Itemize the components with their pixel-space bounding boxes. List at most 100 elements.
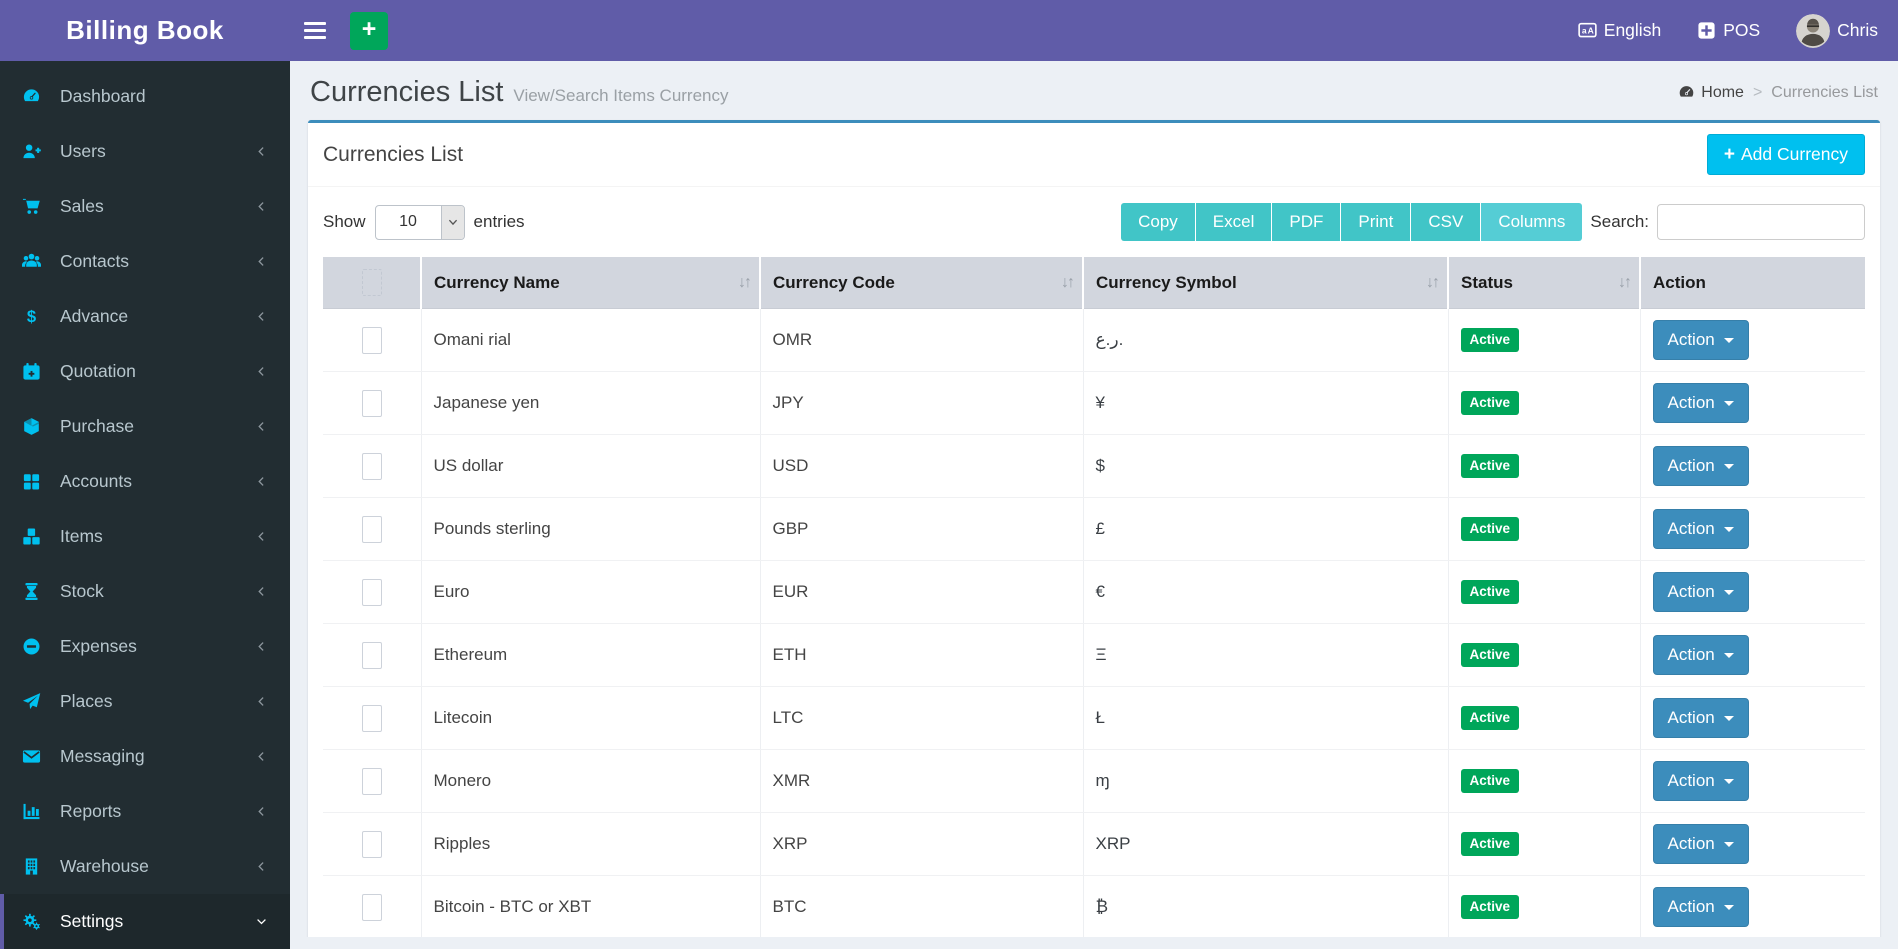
user-menu[interactable]: Chris xyxy=(1796,13,1878,48)
sidebar-menu: Dashboard Users Sales Contacts $ Advance… xyxy=(0,61,290,949)
row-checkbox[interactable] xyxy=(361,326,382,354)
currency-code-cell: USD xyxy=(760,434,1084,498)
row-checkbox[interactable] xyxy=(361,578,382,606)
sidebar-item-stock[interactable]: Stock xyxy=(0,564,290,619)
main-area: + a A English POS Chris Currencies List … xyxy=(290,0,1898,937)
sidebar-item-sales[interactable]: Sales xyxy=(0,179,290,234)
messaging-icon xyxy=(22,747,47,767)
row-checkbox[interactable] xyxy=(361,515,382,543)
column-header-action: Action xyxy=(1640,257,1865,309)
stock-icon xyxy=(22,582,47,602)
sidebar-item-purchase[interactable]: Purchase xyxy=(0,399,290,454)
entries-select[interactable]: 10 xyxy=(374,204,465,240)
column-header-currency-symbol[interactable]: Currency Symbol ↓↑ xyxy=(1083,257,1449,309)
status-badge: Active xyxy=(1460,454,1520,478)
warehouse-icon xyxy=(22,857,47,877)
sidebar-item-dashboard[interactable]: Dashboard xyxy=(0,69,290,124)
caret-down-icon xyxy=(1723,463,1734,469)
user-name: Chris xyxy=(1837,20,1878,40)
column-header-status[interactable]: Status ↓↑ xyxy=(1448,257,1641,309)
currency-symbol-cell: ر.ع. xyxy=(1083,308,1449,372)
table-row: Euro EUR € Active Action xyxy=(323,560,1865,624)
copy-export-button[interactable]: Copy xyxy=(1121,203,1196,241)
sidebar-item-warehouse[interactable]: Warehouse xyxy=(0,839,290,894)
content-header: Currencies List View/Search Items Currenc… xyxy=(308,61,1880,120)
sidebar-item-items[interactable]: Items xyxy=(0,509,290,564)
row-checkbox[interactable] xyxy=(361,641,382,669)
row-action-button[interactable]: Action xyxy=(1652,320,1749,360)
currency-code-cell: BTC xyxy=(760,875,1084,937)
sidebar-item-places[interactable]: Places xyxy=(0,674,290,729)
pdf-export-button[interactable]: PDF xyxy=(1272,203,1342,241)
excel-export-button[interactable]: Excel xyxy=(1195,203,1273,241)
users-icon xyxy=(22,142,47,162)
row-checkbox[interactable] xyxy=(361,704,382,732)
select-all-checkbox[interactable] xyxy=(361,269,382,296)
print-export-button[interactable]: Print xyxy=(1341,203,1412,241)
expenses-icon xyxy=(22,637,47,657)
caret-down-icon xyxy=(1723,337,1734,343)
search-input[interactable] xyxy=(1657,204,1865,240)
currency-symbol-cell: Ł xyxy=(1083,686,1449,750)
add-currency-button[interactable]: + Add Currency xyxy=(1706,134,1865,175)
pos-link[interactable]: POS xyxy=(1697,20,1760,41)
row-checkbox[interactable] xyxy=(361,767,382,795)
language-menu[interactable]: a A English xyxy=(1578,20,1661,41)
currency-symbol-cell: € xyxy=(1083,560,1449,624)
sidebar-item-contacts[interactable]: Contacts xyxy=(0,234,290,289)
caret-down-icon xyxy=(1723,778,1734,784)
currency-name-cell: Japanese yen xyxy=(421,371,761,435)
sidebar-item-messaging[interactable]: Messaging xyxy=(0,729,290,784)
row-action-button[interactable]: Action xyxy=(1652,572,1749,612)
currency-name-cell: Pounds sterling xyxy=(421,497,761,561)
row-checkbox[interactable] xyxy=(361,452,382,480)
sidebar-item-quotation[interactable]: Quotation xyxy=(0,344,290,399)
sort-icon: ↓↑ xyxy=(1426,273,1440,291)
row-action-button[interactable]: Action xyxy=(1652,635,1749,675)
row-checkbox[interactable] xyxy=(361,389,382,417)
sidebar-toggle-icon[interactable] xyxy=(304,11,334,51)
quick-add-button[interactable]: + xyxy=(350,11,388,50)
chevron-left-icon xyxy=(255,750,270,763)
row-action-button[interactable]: Action xyxy=(1652,887,1749,927)
navbar-right: a A English POS Chris xyxy=(1578,13,1878,48)
currency-code-cell: EUR xyxy=(760,560,1084,624)
sidebar-item-expenses[interactable]: Expenses xyxy=(0,619,290,674)
sidebar-item-users[interactable]: Users xyxy=(0,124,290,179)
status-badge: Active xyxy=(1460,391,1520,415)
row-action-button[interactable]: Action xyxy=(1652,446,1749,486)
table-row: Bitcoin - BTC or XBT BTC ₿ Active Action xyxy=(323,875,1865,937)
column-header-currency-code[interactable]: Currency Code ↓↑ xyxy=(760,257,1084,309)
chevron-left-icon xyxy=(255,475,270,488)
row-action-button[interactable]: Action xyxy=(1652,383,1749,423)
sidebar-item-settings[interactable]: Settings xyxy=(0,894,290,949)
row-action-button[interactable]: Action xyxy=(1652,824,1749,864)
sidebar-item-accounts[interactable]: Accounts xyxy=(0,454,290,509)
sidebar-item-advance[interactable]: $ Advance xyxy=(0,289,290,344)
content-area: Currencies List View/Search Items Currenc… xyxy=(290,61,1898,937)
table-row: Ethereum ETH Ξ Active Action xyxy=(323,623,1865,687)
column-header-currency-name[interactable]: Currency Name ↓↑ xyxy=(421,257,761,309)
row-action-button[interactable]: Action xyxy=(1652,761,1749,801)
sort-icon: ↓↑ xyxy=(1061,273,1075,291)
status-badge: Active xyxy=(1460,832,1520,856)
breadcrumb-home[interactable]: Home xyxy=(1678,84,1744,102)
language-icon: a A xyxy=(1578,22,1597,38)
caret-down-icon xyxy=(1723,904,1734,910)
currency-code-cell: XMR xyxy=(760,749,1084,813)
entries-label: entries xyxy=(473,212,525,231)
sidebar-item-reports[interactable]: Reports xyxy=(0,784,290,839)
row-checkbox[interactable] xyxy=(361,893,382,921)
advance-icon: $ xyxy=(22,307,47,327)
app-logo[interactable]: Billing Book xyxy=(0,0,290,61)
currency-symbol-cell: ¥ xyxy=(1083,371,1449,435)
chevron-left-icon xyxy=(255,200,270,213)
row-action-button[interactable]: Action xyxy=(1652,509,1749,549)
csv-export-button[interactable]: CSV xyxy=(1411,203,1482,241)
row-checkbox[interactable] xyxy=(361,830,382,858)
columns-export-button[interactable]: Columns xyxy=(1481,203,1583,241)
currency-name-cell: Litecoin xyxy=(421,686,761,750)
row-action-button[interactable]: Action xyxy=(1652,698,1749,738)
avatar xyxy=(1796,13,1831,48)
status-badge: Active xyxy=(1460,769,1520,793)
